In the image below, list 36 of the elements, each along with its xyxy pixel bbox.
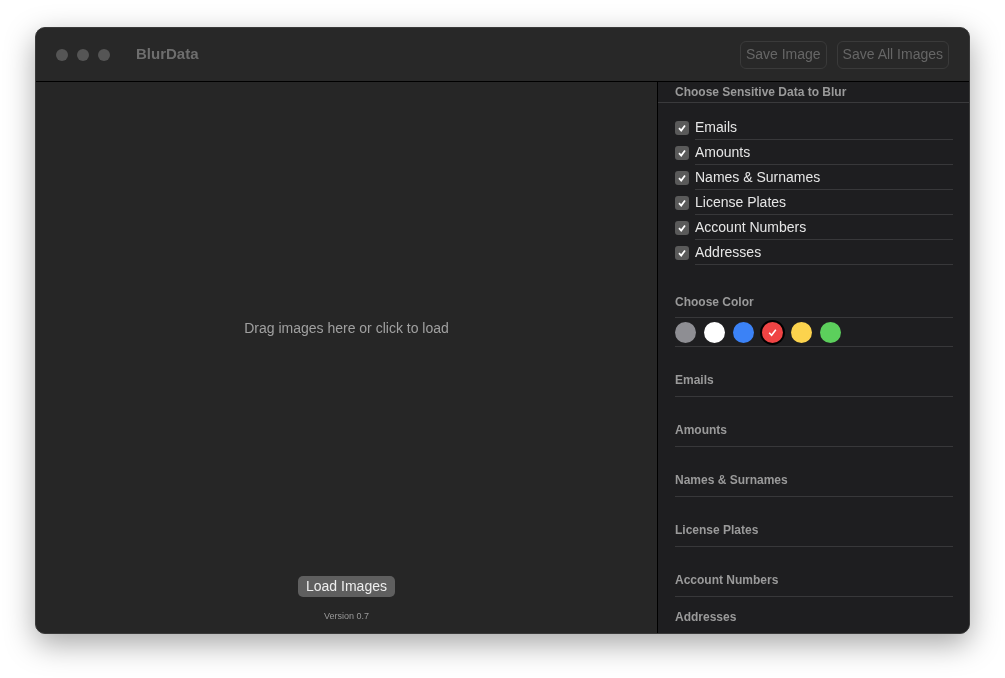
checkmark-icon bbox=[677, 197, 687, 208]
drop-hint[interactable]: Drag images here or click to load bbox=[244, 318, 449, 339]
color-swatch[interactable] bbox=[704, 321, 725, 343]
checkbox[interactable] bbox=[675, 195, 689, 210]
version-label: Version 0.7 bbox=[324, 609, 369, 623]
section-heading: Emails bbox=[675, 372, 714, 389]
checkmark-icon bbox=[677, 122, 687, 133]
option-label[interactable]: Addresses bbox=[695, 240, 953, 265]
color-swatch[interactable] bbox=[791, 321, 812, 343]
checkmark-icon bbox=[677, 247, 687, 258]
color-swatch[interactable] bbox=[733, 321, 754, 343]
checkbox[interactable] bbox=[675, 245, 689, 260]
section-heading: Choose Sensitive Data to Blur bbox=[675, 84, 847, 101]
checkbox[interactable] bbox=[675, 120, 689, 135]
option-label[interactable]: License Plates bbox=[695, 190, 953, 215]
option-label[interactable]: Emails bbox=[695, 115, 953, 140]
checkmark-icon bbox=[677, 147, 687, 158]
window-title: BlurData bbox=[136, 44, 199, 65]
checkbox[interactable] bbox=[675, 220, 689, 235]
color-swatch[interactable] bbox=[820, 321, 841, 343]
checkmark-icon bbox=[677, 222, 687, 233]
option-label[interactable]: Account Numbers bbox=[695, 215, 953, 240]
section-heading: Addresses bbox=[675, 609, 737, 626]
section-heading: Account Numbers bbox=[675, 572, 779, 589]
load-images-button[interactable]: Load Images bbox=[298, 575, 395, 597]
section-heading: License Plates bbox=[675, 522, 759, 539]
checkbox[interactable] bbox=[675, 170, 689, 185]
section-heading: Choose Color bbox=[675, 294, 755, 311]
option-label[interactable]: Amounts bbox=[695, 140, 953, 165]
section-heading: Names & Surnames bbox=[675, 472, 788, 489]
option-label[interactable]: Names & Surnames bbox=[695, 165, 953, 190]
section-heading: Amounts bbox=[675, 422, 727, 439]
color-swatch[interactable] bbox=[762, 321, 783, 343]
checkbox[interactable] bbox=[675, 145, 689, 160]
color-swatch[interactable] bbox=[675, 321, 696, 343]
checkmark-icon bbox=[677, 172, 687, 183]
